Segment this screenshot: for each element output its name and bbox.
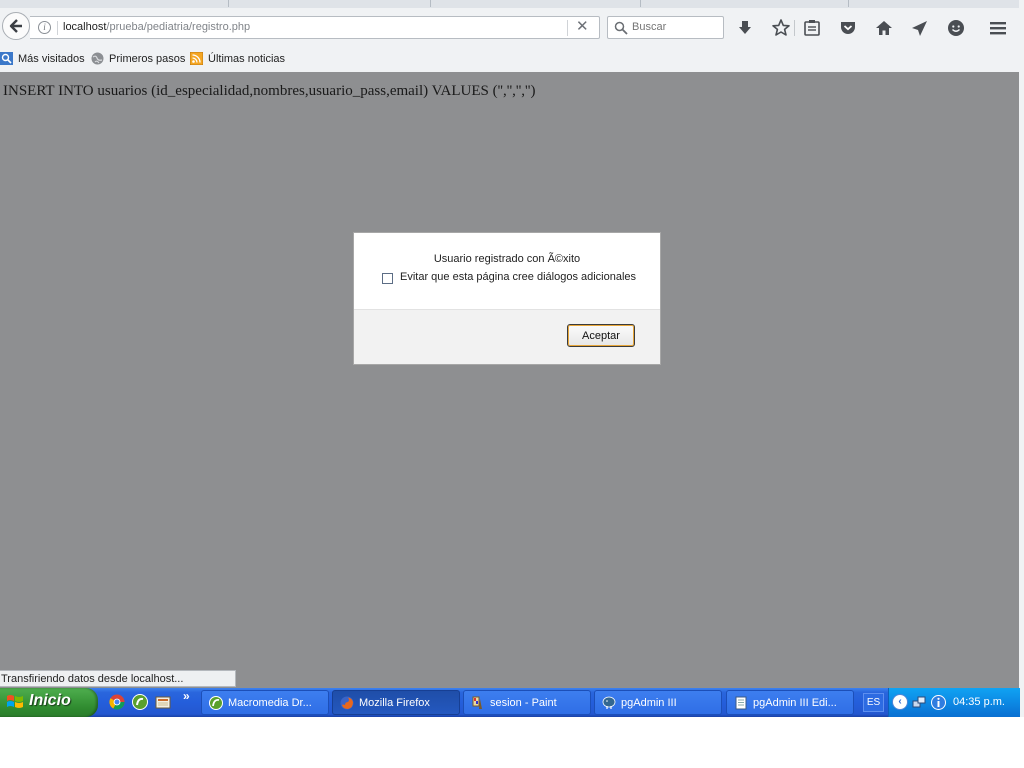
task-macromedia[interactable]: Macromedia Dr...: [201, 690, 329, 715]
back-button[interactable]: [2, 12, 30, 40]
menu-icon[interactable]: [988, 18, 1008, 38]
bookmark-label: Más visitados: [18, 53, 85, 65]
back-arrow-icon: [9, 19, 22, 33]
tab-divider: [228, 0, 229, 7]
accept-button[interactable]: Aceptar: [567, 324, 635, 347]
tab-divider: [430, 0, 431, 7]
url-separator: [567, 20, 568, 36]
window-right-edge: [1019, 0, 1024, 717]
task-label: pgAdmin III Edi...: [753, 697, 837, 709]
hello-icon[interactable]: [946, 18, 966, 38]
pocket-icon[interactable]: [838, 18, 858, 38]
search-input[interactable]: [632, 21, 718, 33]
address-bar[interactable]: i localhost/prueba/pediatria/registro.ph…: [30, 16, 600, 39]
globe-icon: [91, 52, 104, 65]
start-label: Inicio: [29, 692, 71, 709]
task-label: Mozilla Firefox: [359, 697, 430, 709]
downloads-icon[interactable]: [735, 18, 755, 38]
navigation-toolbar: i localhost/prueba/pediatria/registro.ph…: [0, 8, 1019, 46]
dialog-body: Usuario registrado con Ã©xito Evitar que…: [354, 233, 660, 310]
bookmark-label: Primeros pasos: [109, 53, 186, 65]
search-icon: [614, 21, 628, 35]
status-text: Transfiriendo datos desde localhost...: [1, 673, 184, 685]
show-hidden-icons-chevron-icon[interactable]: ‹: [892, 694, 908, 710]
page-content: INSERT INTO usuarios (id_especialidad,no…: [0, 72, 1019, 688]
paint-icon: [472, 696, 482, 709]
stop-loading-icon[interactable]: ✕: [576, 18, 589, 36]
task-label: sesion - Paint: [490, 697, 557, 709]
suppress-dialogs-checkbox[interactable]: [382, 273, 393, 284]
search-box[interactable]: [607, 16, 724, 39]
most-visited-icon: [0, 52, 13, 65]
url-text[interactable]: localhost/prueba/pediatria/registro.php: [63, 21, 250, 33]
home-icon[interactable]: [874, 18, 894, 38]
toolbar-separator: [794, 20, 795, 36]
pgadmin-elephant-icon: [602, 696, 616, 709]
reading-list-icon[interactable]: [802, 18, 822, 38]
dialog-message: Usuario registrado con Ã©xito: [433, 253, 581, 265]
tab-divider: [848, 0, 849, 7]
info-balloon-icon[interactable]: [931, 695, 946, 710]
task-label: pgAdmin III: [621, 697, 677, 709]
task-pgadmin-editor[interactable]: pgAdmin III Edi...: [726, 690, 854, 715]
start-button[interactable]: Inicio: [0, 688, 98, 717]
taskbar: Inicio » Macromedia Dr... Mozilla Firefo…: [0, 688, 1020, 717]
dreamweaver-icon: [209, 696, 223, 710]
firefox-icon: [340, 696, 354, 710]
suppress-dialogs-label[interactable]: Evitar que esta página cree diálogos adi…: [400, 271, 636, 283]
bookmarks-toolbar: Más visitados Primeros pasos Últimas not…: [0, 46, 1019, 73]
task-paint[interactable]: sesion - Paint: [463, 690, 591, 715]
quick-launch-more[interactable]: »: [183, 689, 190, 703]
url-path: /prueba/pediatria/registro.php: [106, 21, 251, 33]
bookmark-latest-news[interactable]: Últimas noticias: [190, 52, 290, 68]
task-label: Macromedia Dr...: [228, 697, 312, 709]
task-firefox[interactable]: Mozilla Firefox: [332, 690, 460, 715]
chrome-icon[interactable]: [109, 694, 125, 710]
show-desktop-icon[interactable]: [155, 694, 171, 710]
system-tray: ‹ 04:35 p.m.: [888, 688, 1020, 717]
dreamweaver-icon[interactable]: [132, 694, 148, 710]
share-icon[interactable]: [909, 18, 929, 38]
alert-dialog: Usuario registrado con Ã©xito Evitar que…: [353, 232, 661, 365]
task-pgadmin[interactable]: pgAdmin III: [594, 690, 722, 715]
bookmark-getting-started[interactable]: Primeros pasos: [91, 52, 186, 68]
notepad-icon: [735, 696, 747, 710]
network-icon[interactable]: [912, 695, 927, 710]
language-indicator[interactable]: ES: [863, 693, 884, 712]
tab-divider: [640, 0, 641, 7]
url-separator: [57, 21, 58, 35]
windows-logo-icon: [7, 695, 23, 708]
site-info-icon[interactable]: i: [38, 21, 51, 34]
sql-output-text: INSERT INTO usuarios (id_especialidad,no…: [3, 83, 536, 99]
status-panel: Transfiriendo datos desde localhost...: [0, 670, 236, 687]
rss-icon: [190, 52, 203, 65]
bookmark-most-visited[interactable]: Más visitados: [0, 52, 86, 68]
bookmark-star-icon[interactable]: [771, 18, 791, 38]
url-host: localhost: [63, 21, 107, 33]
clock[interactable]: 04:35 p.m.: [953, 696, 1005, 708]
bookmark-label: Últimas noticias: [208, 53, 286, 65]
